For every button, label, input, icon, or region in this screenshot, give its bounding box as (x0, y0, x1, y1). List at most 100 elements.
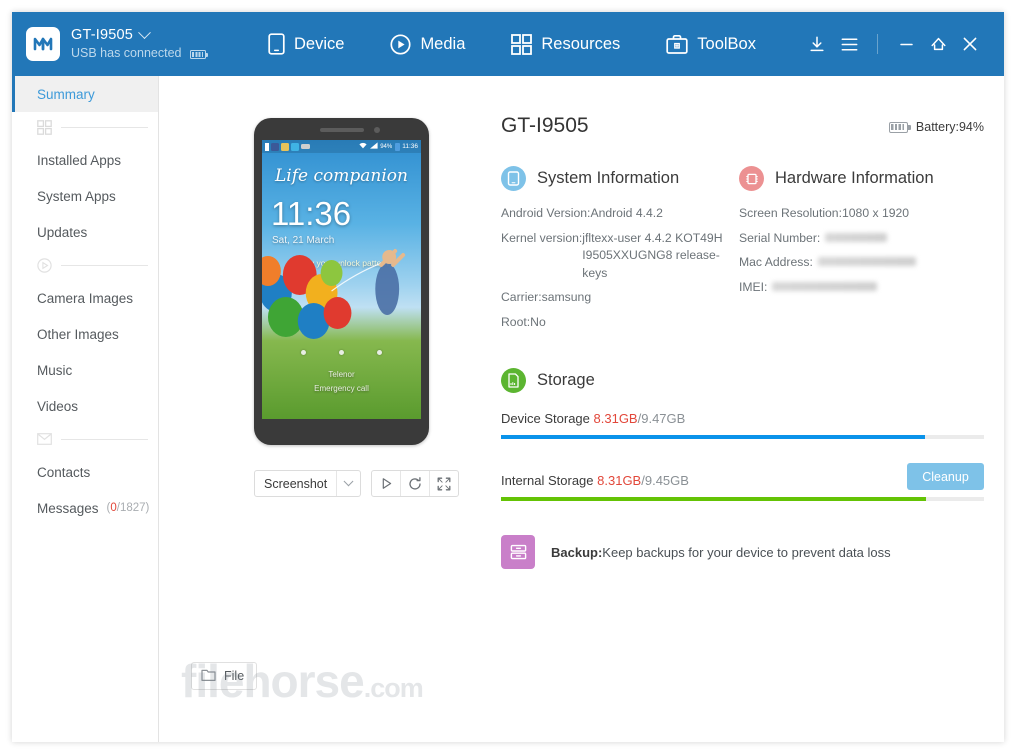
sidebar-label-summary: Summary (37, 86, 95, 102)
sidebar-item-summary[interactable]: Summary (12, 76, 158, 112)
section-title: System Information (537, 169, 680, 187)
section-title: Hardware Information (775, 169, 934, 187)
phone-icon (268, 33, 285, 55)
divider-line (61, 264, 148, 266)
keyboard-icon (301, 144, 310, 149)
nav-item-toolbox[interactable]: ToolBox (664, 30, 758, 59)
device-text-block: GT-I9505 USB has connected (71, 25, 208, 62)
info-key: Kernel version: (501, 230, 583, 245)
close-icon[interactable] (954, 28, 986, 60)
main-panel: 94% 11:36 Life companion 11:36 Sat, 21 M… (159, 76, 1004, 742)
usb-icon (265, 142, 269, 151)
lock-dots (262, 350, 421, 355)
info-key: Screen Resolution: (739, 206, 842, 220)
home-icon[interactable] (922, 28, 954, 60)
file-button[interactable]: File (191, 662, 258, 690)
brand-block: GT-I9505 USB has connected (12, 25, 252, 62)
info-sections: System Information Android Version: Andro… (501, 166, 1004, 338)
emergency-call-label[interactable]: Emergency call (262, 384, 421, 393)
sidebar-label-updates: Updates (37, 224, 88, 240)
nav-item-resources[interactable]: Resources (509, 30, 622, 59)
nav-label-resources: Resources (541, 34, 621, 53)
sidebar-item-contacts[interactable]: Contacts (12, 454, 158, 490)
nav-label-toolbox: ToolBox (697, 34, 756, 53)
nav-label-media: Media (420, 34, 466, 53)
progress-track (501, 435, 984, 439)
grid-icon (511, 33, 533, 55)
section-header: Hardware Information (739, 166, 977, 191)
balloons-wallpaper-art (262, 249, 406, 339)
status-bar-left-icons (265, 142, 310, 151)
sidebar-label-installed-apps: Installed Apps (37, 152, 122, 168)
battery-percent-label: 94% (380, 143, 393, 150)
info-key: IMEI: (739, 279, 768, 294)
fullscreen-icon[interactable] (430, 471, 458, 496)
play-triangle-icon[interactable] (372, 471, 400, 496)
storage-name: Device Storage (501, 411, 590, 426)
nav-item-device[interactable]: Device (266, 29, 346, 59)
minimize-icon[interactable] (890, 28, 922, 60)
sidebar-divider-personal (12, 424, 158, 454)
storage-name: Internal Storage (501, 473, 594, 488)
progress-fill (501, 435, 925, 439)
phone-speaker (319, 128, 364, 132)
hamburger-menu-icon[interactable] (833, 28, 865, 60)
application-window: GT-I9505 USB has connected Device Media … (12, 12, 1004, 742)
info-value: Android 4.4.2 (590, 206, 663, 220)
backup-description: Keep backups for your device to prevent … (602, 544, 891, 560)
sidebar-item-camera-images[interactable]: Camera Images (12, 280, 158, 316)
main-navigation: Device Media Resources ToolBox (266, 29, 758, 59)
chevron-down-icon[interactable] (337, 476, 360, 487)
sidebar-item-videos[interactable]: Videos (12, 388, 158, 424)
toolbox-icon (666, 34, 688, 54)
folder-icon (201, 668, 216, 685)
storage-label: Device Storage 8.31GB/9.47GB (501, 411, 984, 426)
storage-used: 8.31GB (597, 473, 642, 488)
connection-status-label: USB has connected (71, 46, 182, 61)
info-key: Android Version: (501, 206, 591, 220)
cleanup-button[interactable]: Cleanup (907, 463, 984, 490)
lock-tagline: Life companion (275, 166, 408, 186)
nav-item-media[interactable]: Media (388, 30, 467, 59)
page-title: GT-I9505 (501, 114, 589, 137)
sidebar-divider-apps (12, 112, 158, 142)
screenshot-mode-label: Screenshot (264, 476, 328, 491)
grid-icon (37, 119, 52, 135)
sidebar-item-installed-apps[interactable]: Installed Apps (12, 142, 158, 178)
status-bar-right: 94% 11:36 (359, 142, 418, 151)
title-bar: GT-I9505 USB has connected Device Media … (12, 12, 1004, 76)
file-button-label: File (224, 669, 245, 683)
sidebar-item-system-apps[interactable]: System Apps (12, 178, 158, 214)
sidebar-item-updates[interactable]: Updates (12, 214, 158, 250)
progress-fill (501, 497, 926, 501)
device-info-panel: GT-I9505 Battery:94% System Information … (501, 76, 1004, 569)
device-title-row: GT-I9505 Battery:94% (501, 76, 1004, 138)
info-row-mac-address: Mac Address: (739, 254, 977, 272)
screenshot-mode-select[interactable]: Screenshot (254, 470, 362, 497)
refresh-icon[interactable] (401, 471, 429, 496)
messages-count: (0/1827) (106, 502, 150, 514)
info-value: No (530, 314, 546, 329)
download-icon[interactable] (801, 28, 833, 60)
sidebar-item-music[interactable]: Music (12, 352, 158, 388)
chevron-down-icon (138, 25, 151, 39)
device-selector[interactable]: GT-I9505 (71, 25, 206, 44)
info-value: jfltexx-user 4.4.2 KOT49H I9505XXUGNG8 r… (582, 230, 723, 280)
hardware-information-section: Hardware Information Screen Resolution: 1… (739, 166, 977, 338)
storage-bar-device: Device Storage 8.31GB/9.47GB (501, 411, 984, 439)
sidebar-item-messages[interactable]: Messages (0/1827) (12, 490, 158, 526)
status-bar-time: 11:36 (402, 143, 418, 150)
sidebar-label-camera-images: Camera Images (37, 290, 134, 306)
sidebar-item-other-images[interactable]: Other Images (12, 316, 158, 352)
progress-track (501, 497, 984, 501)
phone-screen[interactable]: 94% 11:36 Life companion 11:36 Sat, 21 M… (262, 140, 421, 419)
backup-row[interactable]: Backup:Keep backups for your device to p… (501, 535, 1004, 569)
image-icon (281, 142, 289, 151)
redacted-value (772, 281, 878, 291)
section-header: System Information (501, 166, 739, 191)
storage-section: Storage Device Storage 8.31GB/9.47GB Int… (501, 368, 1004, 501)
battery-label: Battery:94% (915, 120, 984, 134)
info-key: Serial Number: (739, 230, 821, 245)
info-row-screen-resolution: Screen Resolution: 1080 x 1920 (739, 205, 977, 223)
connection-row: USB has connected (71, 46, 208, 62)
